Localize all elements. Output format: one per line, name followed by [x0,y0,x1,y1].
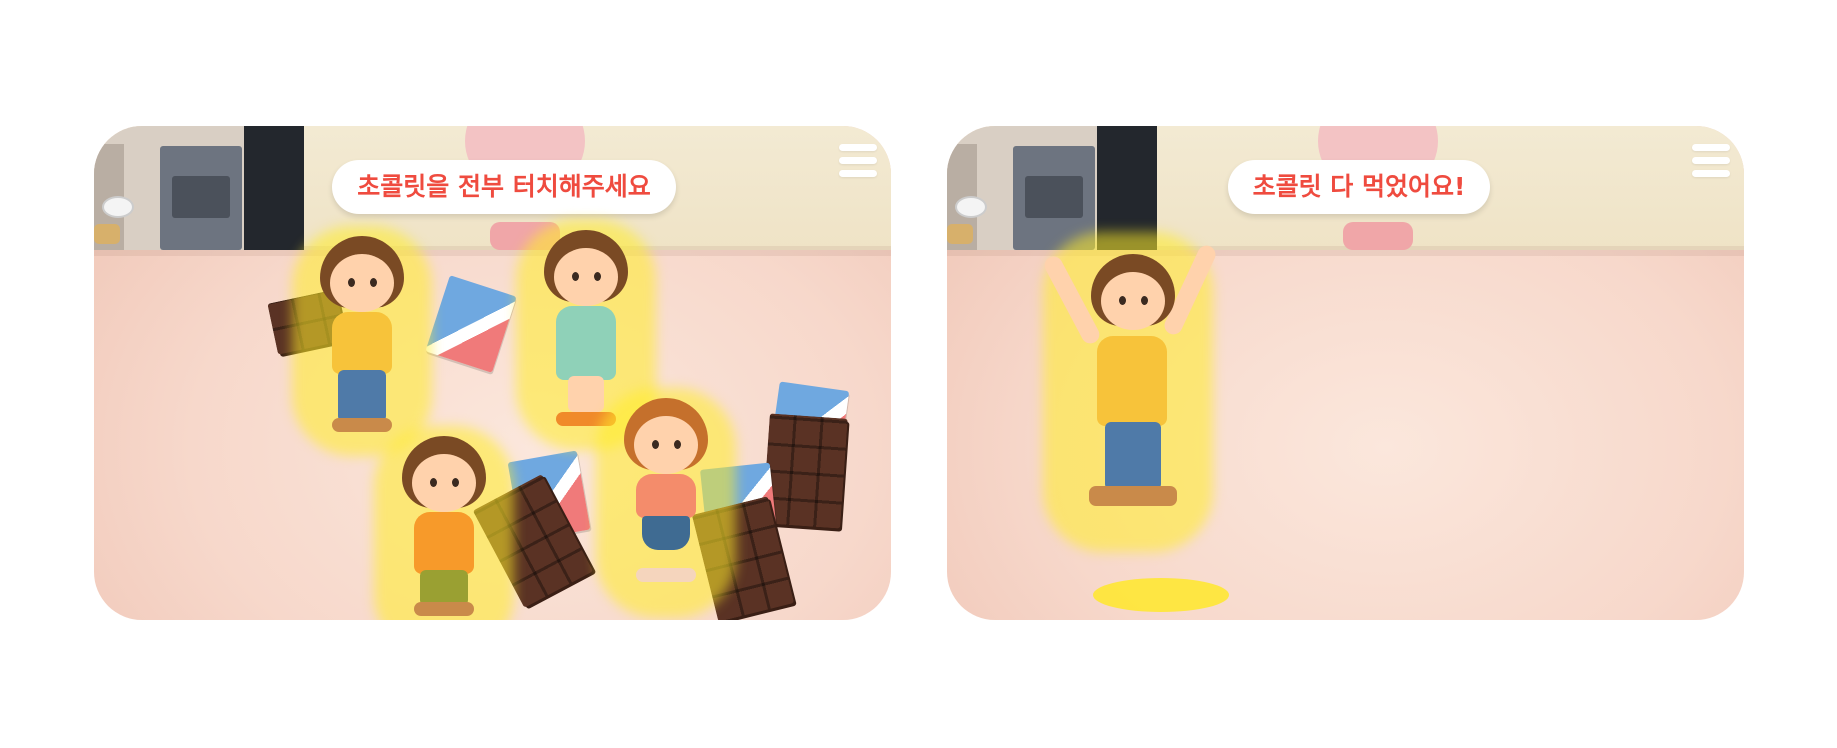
instruction-speech-bubble: 초콜릿을 전부 터치해주세요 [332,160,676,214]
chocolate-wrapper [425,275,517,373]
kid-skirt [642,516,690,550]
kid-shirt [414,512,474,574]
plate [955,196,987,218]
kid-face [1101,272,1165,330]
kid-face [330,254,394,312]
kid-pants [1105,422,1161,490]
game-screen-touch-chocolate: 초콜릿을 전부 터치해주세요 [94,126,891,620]
kid-orange-shirt[interactable] [374,426,514,620]
sandwich [947,224,973,244]
hamburger-menu-icon[interactable] [1692,144,1730,184]
kid-face [412,454,476,512]
kid-pants [338,370,386,422]
kid-legs [568,376,604,412]
kid-face [554,248,618,306]
fridge [244,126,304,250]
kid-shoes [414,602,474,616]
chocolate-bar[interactable] [762,413,848,529]
kid-shirt [332,312,392,374]
plate [102,196,134,218]
doll-legs [1343,222,1413,250]
jump-shadow-glow [1093,578,1229,612]
kid-face [634,416,698,474]
game-screen-chocolate-finished: 초콜릿 다 먹었어요! [947,126,1744,620]
kid-dress [556,306,616,380]
hamburger-menu-icon[interactable] [839,144,877,184]
kitchen-background [94,126,304,250]
kid-shoes [332,418,392,432]
kid-shorts [420,570,468,606]
sandwich [94,224,120,244]
kid-coral-shirt[interactable] [596,388,736,618]
completion-speech-bubble: 초콜릿 다 먹었어요! [1228,160,1490,214]
kid-shoes [636,568,696,582]
oven [160,146,242,250]
kid-shoes [1089,486,1177,506]
kid-shirt [636,474,696,518]
kid-jumping-yellow-shirt[interactable] [1041,232,1219,552]
kid-yellow-shirt[interactable] [292,226,432,456]
kid-shirt [1097,336,1167,426]
